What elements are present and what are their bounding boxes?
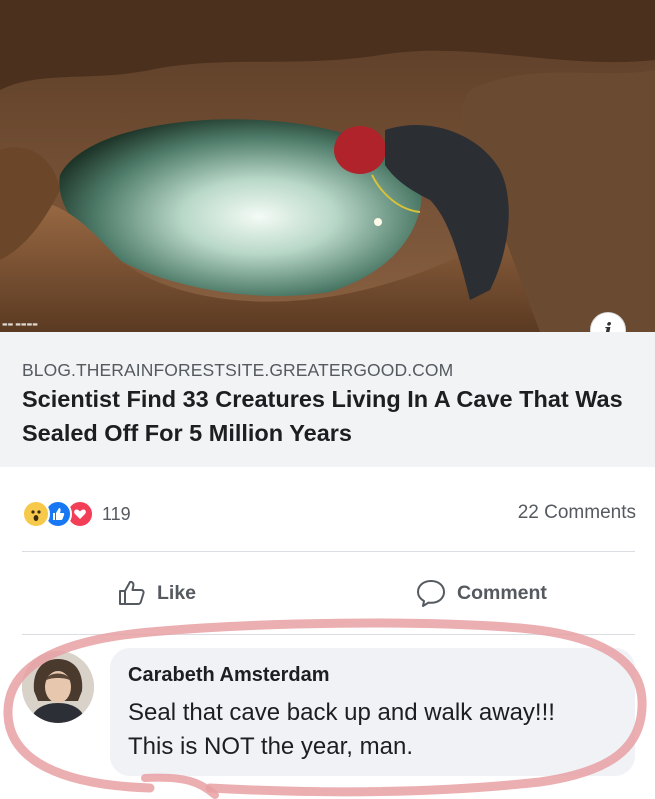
divider (22, 551, 635, 552)
comment-text: Seal that cave back up and walk away!!! … (128, 699, 555, 760)
comment-label: Comment (457, 581, 547, 604)
cave-photo: ▬▬ ▬▬▬▬ (0, 0, 655, 332)
comments-count-link[interactable]: 22 Comments (518, 502, 636, 524)
like-label: Like (157, 581, 197, 604)
post-image[interactable]: ▬▬ ▬▬▬▬ i (0, 0, 655, 332)
thumbs-up-icon (119, 580, 145, 605)
divider (22, 634, 635, 635)
profile-photo (22, 651, 94, 723)
wow-reaction-icon (22, 500, 50, 528)
reaction-count: 119 (102, 503, 131, 524)
link-domain: BLOG.THERAINFORESTSITE.GREATERGOOD.COM (22, 360, 454, 380)
link-headline[interactable]: Scientist Find 33 Creatures Living In A … (22, 382, 632, 450)
like-button[interactable]: Like (117, 575, 196, 611)
comment-bubble-icon (417, 580, 445, 607)
reactions-summary[interactable]: 119 (22, 500, 131, 528)
avatar[interactable] (22, 651, 94, 723)
svg-text:▬▬ ▬▬▬▬: ▬▬ ▬▬▬▬ (2, 321, 38, 328)
comment-button[interactable]: Comment (415, 575, 547, 611)
comment-author[interactable]: Carabeth Amsterdam (128, 664, 330, 687)
